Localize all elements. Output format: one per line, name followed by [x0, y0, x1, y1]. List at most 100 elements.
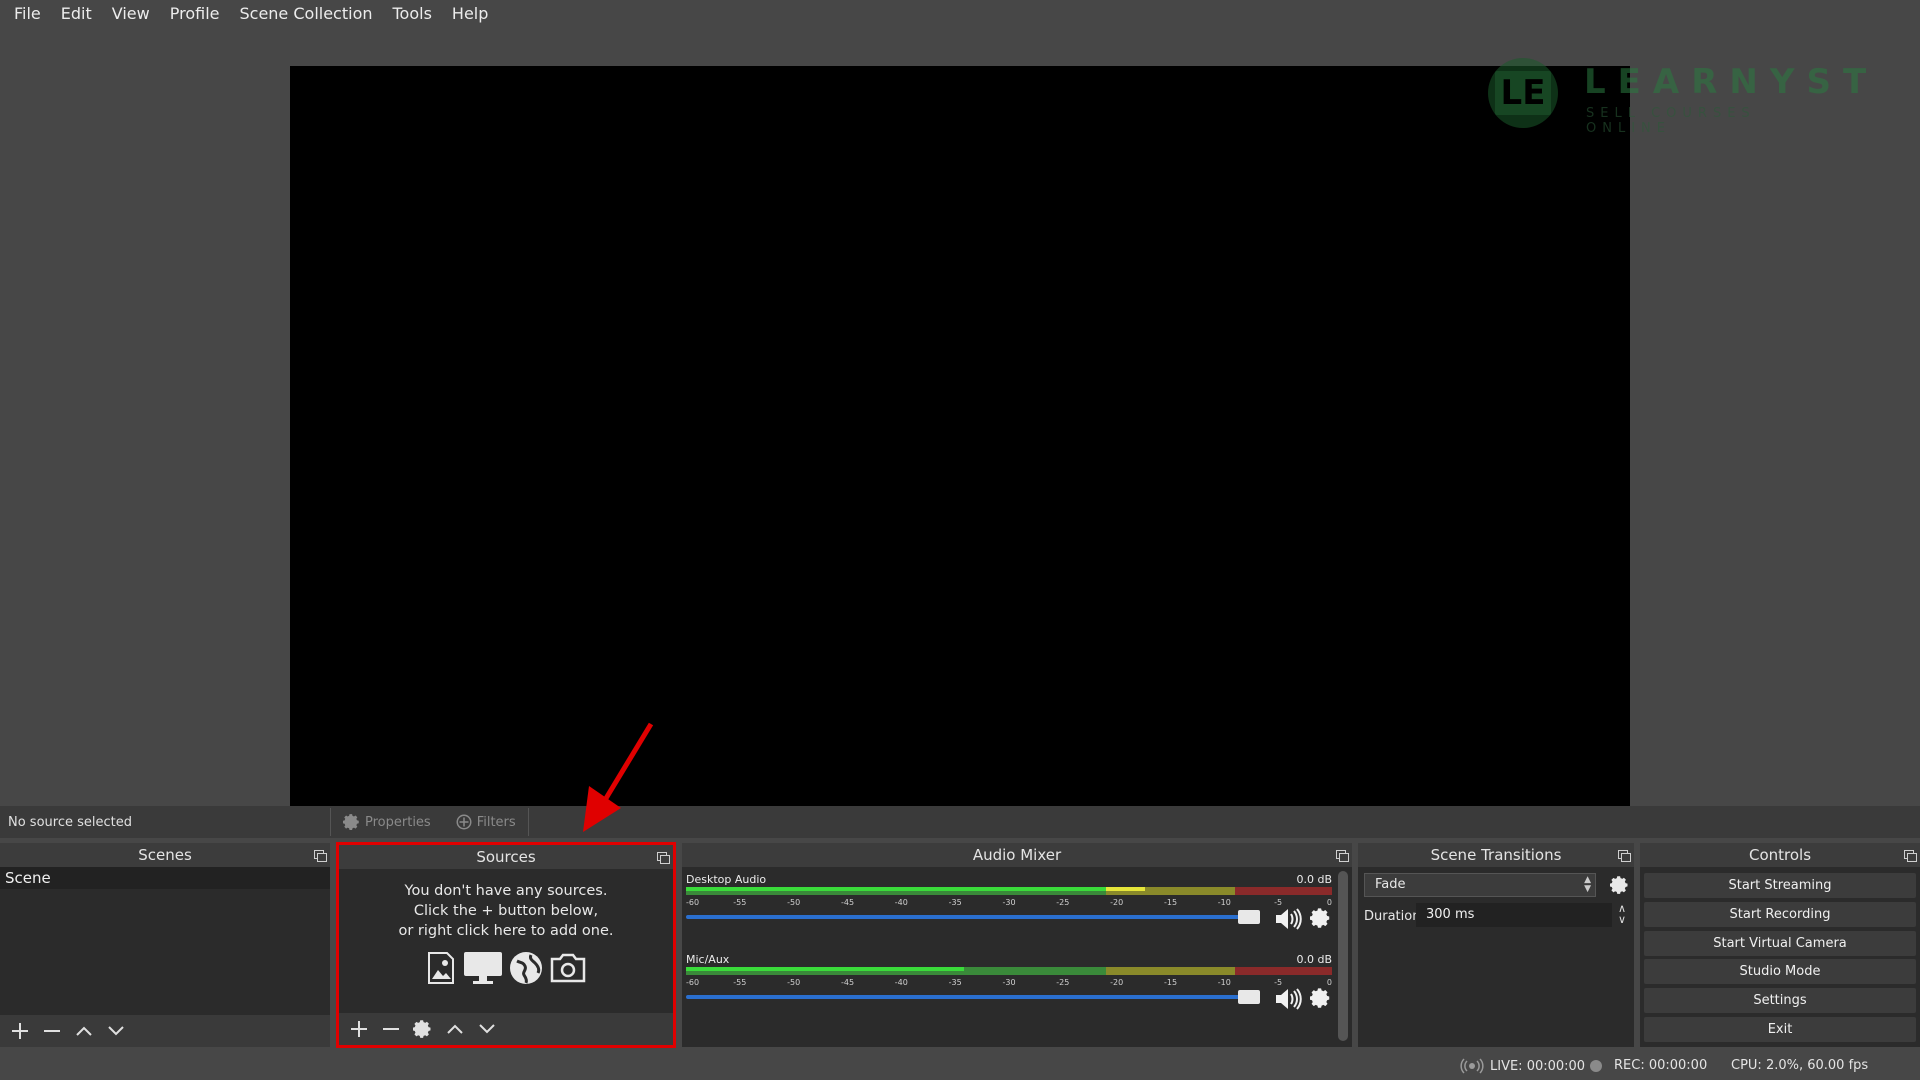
meter-tick-label: -10: [1217, 898, 1231, 907]
meter-tick-label: -45: [840, 898, 855, 907]
camera-icon: [550, 953, 586, 983]
mixer-channel-mic-aux: Mic/Aux 0.0 dB -60 -55 -50 -45 -40 -35 -30 -25-…: [686, 953, 1332, 1023]
mute-button[interactable]: [1274, 907, 1302, 935]
move-scene-up-button[interactable]: [70, 1017, 98, 1045]
preview-canvas[interactable]: [290, 66, 1630, 820]
move-source-up-button[interactable]: [441, 1015, 469, 1043]
studio-mode-button[interactable]: Studio Mode: [1644, 959, 1916, 984]
meter-tick-label: -50: [787, 978, 801, 987]
meter-tick-label: 0: [1326, 978, 1332, 987]
gear-icon: [1309, 908, 1330, 928]
scene-list-item[interactable]: Scene: [0, 867, 330, 889]
preview-area: LE LEARNYST SELL COURSES ONLINE: [0, 28, 1920, 820]
chevron-down-icon: [108, 1026, 124, 1036]
move-source-down-button[interactable]: [473, 1015, 501, 1043]
broadcast-icon: [1460, 1058, 1484, 1074]
add-source-button[interactable]: [345, 1015, 373, 1043]
menu-view[interactable]: View: [102, 0, 160, 28]
source-toolbar: No source selected Properties Filters: [0, 806, 1920, 838]
undock-icon[interactable]: [1618, 850, 1631, 862]
remove-source-button[interactable]: [377, 1015, 405, 1043]
start-virtual-camera-button[interactable]: Start Virtual Camera: [1644, 931, 1916, 956]
meter-level-green: [686, 887, 1106, 891]
meter-tick-label: -10: [1217, 978, 1231, 987]
volume-slider[interactable]: [686, 990, 1260, 1004]
undock-icon[interactable]: [1904, 850, 1917, 862]
meter-level-yellow: [1105, 887, 1145, 891]
transition-settings-button[interactable]: [1609, 875, 1630, 899]
undock-icon[interactable]: [657, 852, 670, 864]
meter-tick-label: -20: [1110, 898, 1124, 907]
start-streaming-button[interactable]: Start Streaming: [1644, 873, 1916, 898]
mixer-channel-desktop-audio: Desktop Audio 0.0 dB -60 -55 -50 -45 -40 -35-…: [686, 873, 1332, 943]
watermark-brand: LEARNYST: [1584, 62, 1879, 102]
meter-tick-label: -35: [948, 898, 962, 907]
duration-stepper[interactable]: ∧ ∨: [1612, 903, 1632, 927]
sources-footer: [339, 1013, 673, 1045]
channel-db: 0.0 dB: [1296, 953, 1332, 966]
undock-icon[interactable]: [1336, 850, 1349, 862]
volume-meter: [686, 967, 1332, 975]
menu-scene-collection[interactable]: Scene Collection: [229, 0, 382, 28]
channel-settings-button[interactable]: [1309, 907, 1332, 933]
audio-mixer-dock: Audio Mixer Desktop Audio 0.0 dB -60 -55 -…: [682, 843, 1352, 1047]
mixer-scrollbar[interactable]: [1338, 871, 1348, 1041]
meter-tick-label: -40: [894, 898, 908, 907]
select-arrows-icon: ▲ ▼: [1584, 875, 1591, 894]
audio-mixer-title: Audio Mixer: [682, 843, 1352, 867]
duration-input[interactable]: 300 ms: [1416, 903, 1612, 927]
minus-icon: [383, 1028, 399, 1030]
meter-tick-label: -5: [1274, 978, 1283, 987]
undock-icon[interactable]: [314, 850, 327, 862]
volume-slider[interactable]: [686, 910, 1260, 924]
start-recording-button[interactable]: Start Recording: [1644, 902, 1916, 927]
menu-tools[interactable]: Tools: [383, 0, 442, 28]
scenes-footer: [0, 1015, 330, 1047]
remove-scene-button[interactable]: [38, 1017, 66, 1045]
source-properties-button[interactable]: [409, 1015, 437, 1043]
add-scene-button[interactable]: [6, 1017, 34, 1045]
status-bar: LIVE: 00:00:00 REC: 00:00:00 CPU: 2.0%, …: [0, 1052, 1920, 1080]
slider-handle[interactable]: [1238, 990, 1260, 1004]
menu-file[interactable]: File: [4, 0, 51, 28]
globe-icon: [510, 952, 542, 984]
annotation-arrow: [583, 722, 654, 832]
sources-dock[interactable]: Sources You don't have any sources. Clic…: [336, 842, 676, 1048]
transition-select[interactable]: Fade ▲ ▼: [1364, 873, 1596, 897]
channel-settings-button[interactable]: [1309, 987, 1332, 1013]
meter-ticks: -60 -55 -50 -45 -40 -35 -30 -25 -20 -15 -10 -5 0: [686, 976, 1332, 988]
plus-icon: [12, 1023, 28, 1039]
cpu-status: CPU: 2.0%, 60.00 fps: [1731, 1058, 1869, 1073]
toolbar-divider: [527, 808, 529, 836]
sources-title: Sources: [339, 845, 673, 869]
menu-edit[interactable]: Edit: [51, 0, 102, 28]
meter-tick-label: -45: [840, 978, 855, 987]
controls-dock: Controls Start Streaming Start Recording…: [1640, 843, 1920, 1047]
gear-icon: [1309, 988, 1330, 1008]
controls-title: Controls: [1640, 843, 1920, 867]
mute-button[interactable]: [1274, 987, 1302, 1015]
channel-db: 0.0 dB: [1296, 873, 1332, 886]
plus-icon: [351, 1021, 367, 1037]
gear-icon: [1609, 876, 1628, 894]
filters-button[interactable]: Filters: [443, 806, 528, 838]
exit-button[interactable]: Exit: [1644, 1017, 1916, 1042]
meter-tick-label: -30: [1002, 898, 1016, 907]
menu-help[interactable]: Help: [442, 0, 498, 28]
meter-tick-label: -20: [1110, 978, 1124, 987]
learnyst-logo: LE: [1488, 58, 1558, 128]
properties-label: Properties: [365, 814, 431, 830]
slider-handle[interactable]: [1238, 910, 1260, 924]
sources-empty-message: You don't have any sources. Click the + …: [398, 883, 614, 939]
properties-button[interactable]: Properties: [331, 806, 443, 838]
meter-tick-label: -60: [686, 978, 700, 987]
channel-name: Desktop Audio: [686, 873, 767, 886]
gear-icon: [413, 1020, 431, 1038]
learnyst-watermark: LE LEARNYST SELL COURSES ONLINE: [1488, 56, 1866, 136]
menu-profile[interactable]: Profile: [160, 0, 230, 28]
settings-button[interactable]: Settings: [1644, 988, 1916, 1013]
meter-tick-label: -15: [1163, 978, 1178, 987]
menu-bar: File Edit View Profile Scene Collection …: [0, 0, 1920, 28]
meter-tick-label: -55: [733, 978, 747, 987]
move-scene-down-button[interactable]: [102, 1017, 130, 1045]
